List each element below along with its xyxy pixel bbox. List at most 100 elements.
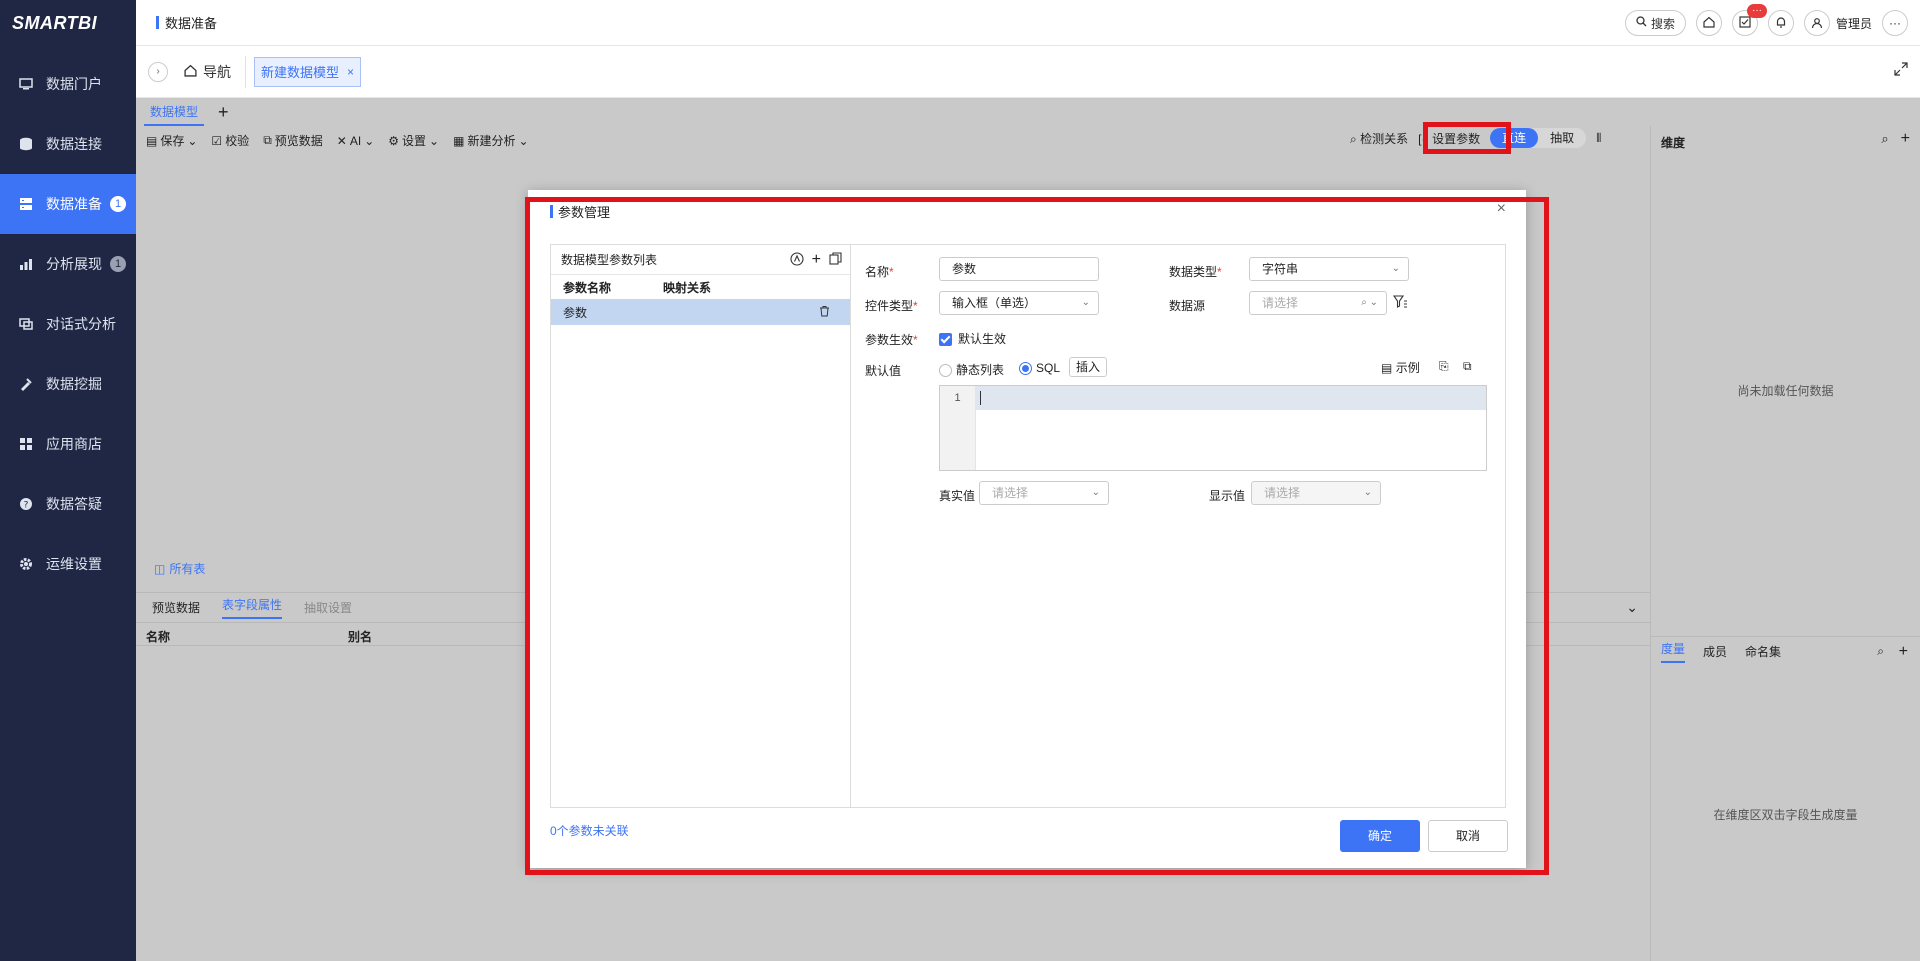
chevron-down-icon: ⌄ <box>1391 263 1400 274</box>
sidebar-item-data-prep[interactable]: 数据准备 1 <box>0 174 136 234</box>
param-list-columns: 参数名称 映射关系 <box>551 275 850 299</box>
task-button[interactable]: ··· <box>1731 4 1767 36</box>
preview-data-button[interactable]: ⧉ 预览数据 <box>263 132 323 149</box>
real-value-select[interactable]: 请选择 ⌄ <box>979 481 1109 505</box>
sidebar-item-chat-analysis[interactable]: 对话式分析 <box>0 294 136 354</box>
search-icon: ⌕ <box>1350 131 1357 146</box>
panel-toggle-icon[interactable]: ⦀ <box>1596 131 1601 146</box>
effect-label: 参数生效* <box>865 333 918 347</box>
copy-icon[interactable] <box>829 252 842 268</box>
ai-button[interactable]: ✕ AI ⌄ <box>337 132 374 149</box>
trash-icon[interactable] <box>819 305 830 320</box>
settings-button[interactable]: ⚙ 设置 ⌄ <box>388 132 439 149</box>
ai-label: AI <box>349 133 362 148</box>
close-icon[interactable]: × <box>347 65 354 79</box>
tab-new-data-model[interactable]: 新建数据模型 × <box>254 56 362 87</box>
sidebar-item-ops-settings[interactable]: 运维设置 <box>0 534 136 594</box>
apps-icon <box>18 436 34 452</box>
collapse-panel-icon[interactable]: ⌄ <box>1626 599 1638 616</box>
param-list: 数据模型参数列表 + 参数名称 映射关系 参数 <box>551 245 851 807</box>
param-list-tools: + <box>790 251 842 269</box>
preview-label: 预览数据 <box>274 134 323 148</box>
sidebar-item-label: 分析展现 <box>46 256 102 272</box>
col-alias: 别名 <box>348 630 373 644</box>
radio-sql[interactable]: SQL <box>1019 361 1060 376</box>
tab-member[interactable]: 成员 <box>1703 643 1727 660</box>
sidebar-nav: 数据门户 数据连接 数据准备 1 分析展现 1 对话式分析 数据挖掘 应用商店 <box>0 54 136 594</box>
insert-button[interactable]: 插入 <box>1069 357 1108 377</box>
data-source-select[interactable]: 请选择 ⌕ ⌄ <box>1249 291 1387 315</box>
notification-button[interactable] <box>1767 10 1794 36</box>
display-value-select[interactable]: 请选择 ⌄ <box>1251 481 1381 505</box>
preview-icon: ⧉ <box>263 133 272 147</box>
default-effect-checkbox[interactable]: 默认生效 <box>939 330 1006 347</box>
tab-data-model[interactable]: 数据模型 <box>144 98 205 126</box>
sidebar-item-app-store[interactable]: 应用商店 <box>0 414 136 474</box>
detect-relation-button[interactable]: ⌕ 检测关系 <box>1350 130 1408 147</box>
add-tab-button[interactable]: + <box>218 102 229 123</box>
sidebar-item-data-qa[interactable]: ? 数据答疑 <box>0 474 136 534</box>
user-menu[interactable]: 管理员 <box>1803 10 1872 36</box>
sidebar-item-analysis[interactable]: 分析展现 1 <box>0 234 136 294</box>
param-name-cell: 参数 <box>563 305 588 320</box>
set-params-button[interactable]: [·] 设置参数 <box>1418 130 1480 147</box>
control-type-select[interactable]: 输入框（单选） ⌄ <box>939 291 1099 315</box>
add-icon[interactable]: + <box>1899 643 1908 661</box>
save-button[interactable]: ▤ 保存 ⌄ <box>146 132 197 149</box>
sql-editor[interactable]: 1 <box>939 385 1487 471</box>
close-icon[interactable]: × <box>1497 200 1506 218</box>
tab-extract-settings[interactable]: 抽取设置 <box>304 599 352 616</box>
fullscreen-icon[interactable] <box>1894 62 1908 79</box>
mode-direct[interactable]: 直连 <box>1490 128 1539 148</box>
mode-extract[interactable]: 抽取 <box>1538 128 1586 148</box>
pick-icon <box>18 376 34 392</box>
search-icon[interactable]: ⌕ <box>1881 131 1888 147</box>
monitor-icon <box>18 76 34 92</box>
new-analysis-button[interactable]: ▦ 新建分析 ⌄ <box>453 132 528 149</box>
sidebar-item-data-connection[interactable]: 数据连接 <box>0 114 136 174</box>
tab-named-set[interactable]: 命名集 <box>1745 643 1781 660</box>
list-item[interactable]: 参数 <box>551 299 850 325</box>
filter-icon[interactable] <box>1392 295 1408 311</box>
sort-icon[interactable] <box>790 251 804 269</box>
confirm-button[interactable]: 确定 <box>1340 820 1420 852</box>
search-button[interactable]: 搜索 <box>1624 10 1686 36</box>
sidebar-item-label: 对话式分析 <box>46 316 116 332</box>
check-button[interactable]: ☑ 校验 <box>211 132 249 149</box>
name-input[interactable]: 参数 <box>939 257 1099 281</box>
analysis-icon: ▦ <box>453 133 465 148</box>
chevron-down-icon: ⌕ ⌄ <box>1361 297 1378 308</box>
name-label: 名称* <box>865 265 894 279</box>
sidebar-item-data-mining[interactable]: 数据挖掘 <box>0 354 136 414</box>
chevron-down-icon: ⌄ <box>1091 487 1100 498</box>
preview-icon[interactable]: ⧉ <box>1463 359 1472 374</box>
data-type-select[interactable]: 字符串 ⌄ <box>1249 257 1409 281</box>
radio-static-list[interactable]: 静态列表 <box>939 361 1004 378</box>
tab-preview-data[interactable]: 预览数据 <box>152 599 200 616</box>
tab-home[interactable]: 导航 <box>184 55 246 88</box>
example-button[interactable]: ▤ 示例 <box>1381 359 1420 376</box>
all-tables-button[interactable]: ◫ 所有表 <box>154 560 205 577</box>
sidebar-item-data-portal[interactable]: 数据门户 <box>0 54 136 114</box>
mode-toggle[interactable]: 直连 抽取 <box>1490 128 1587 148</box>
set-params-label: 设置参数 <box>1432 131 1481 146</box>
home-icon <box>1703 16 1715 31</box>
measure-tabs: 度量 成员 命名集 ⌕ + <box>1651 636 1920 666</box>
unlinked-params-link[interactable]: 0个参数未关联 <box>550 822 629 839</box>
tab-field-properties[interactable]: 表字段属性 <box>222 596 283 619</box>
home-button[interactable] <box>1695 10 1722 36</box>
app-logo[interactable]: SMARTBI <box>0 0 136 46</box>
clipboard-icon[interactable]: ⎘ <box>1439 359 1449 374</box>
sidebar-badge: 1 <box>110 256 126 272</box>
more-button[interactable]: ··· <box>1882 10 1908 36</box>
search-icon[interactable]: ⌕ <box>1877 644 1884 659</box>
collapse-sidebar-button[interactable]: › <box>148 61 168 82</box>
tab-home-label: 导航 <box>203 63 231 80</box>
real-value-label: 真实值 <box>939 489 976 503</box>
col-param-name: 参数名称 <box>563 280 612 295</box>
tab-measure[interactable]: 度量 <box>1661 640 1686 663</box>
add-param-icon[interactable]: + <box>812 251 821 269</box>
chevron-down-icon: ⌄ <box>429 133 440 148</box>
add-icon[interactable]: + <box>1901 130 1910 148</box>
cancel-button[interactable]: 取消 <box>1428 820 1508 852</box>
